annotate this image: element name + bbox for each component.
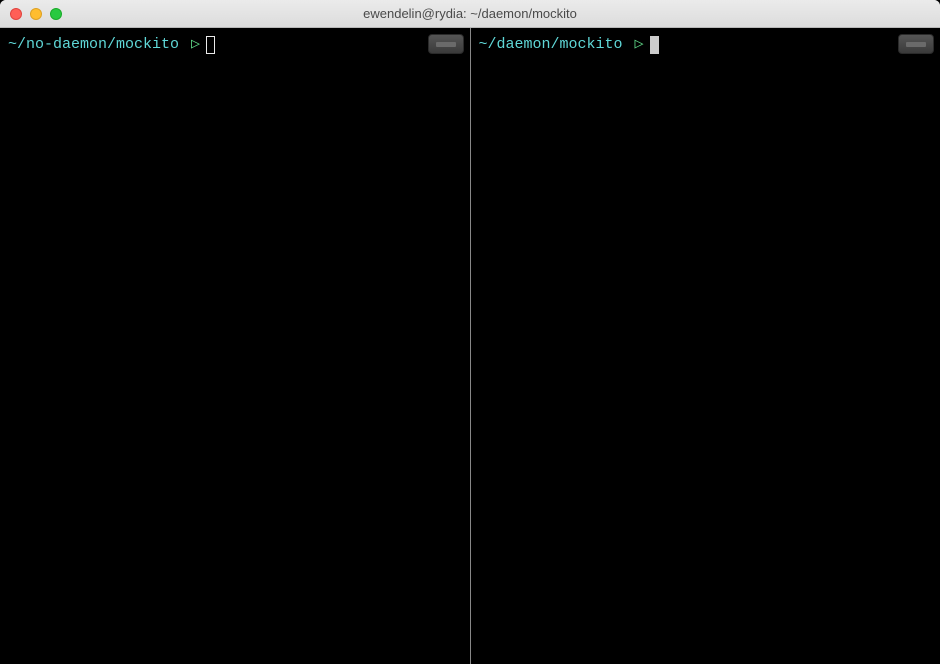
minimize-button[interactable] (30, 8, 42, 20)
cursor-active (650, 36, 659, 54)
traffic-lights (10, 8, 62, 20)
window-titlebar[interactable]: ewendelin@rydia: ~/daemon/mockito (0, 0, 940, 28)
terminal-window: ewendelin@rydia: ~/daemon/mockito ~/no-d… (0, 0, 940, 664)
terminal-pane-left[interactable]: ~/no-daemon/mockito ▷ (0, 28, 470, 664)
scroll-indicator-icon[interactable] (898, 34, 934, 54)
prompt-arrow-icon: ▷ (191, 34, 200, 55)
prompt-line: ~/daemon/mockito ▷ (479, 34, 933, 55)
prompt-path: ~/daemon/mockito (479, 34, 623, 55)
close-button[interactable] (10, 8, 22, 20)
prompt-path: ~/no-daemon/mockito (8, 34, 179, 55)
maximize-button[interactable] (50, 8, 62, 20)
window-title: ewendelin@rydia: ~/daemon/mockito (363, 6, 577, 21)
terminal-panes: ~/no-daemon/mockito ▷ ~/daemon/mockito ▷ (0, 28, 940, 664)
cursor-inactive (206, 36, 215, 54)
scroll-indicator-icon[interactable] (428, 34, 464, 54)
prompt-arrow-icon: ▷ (635, 34, 644, 55)
terminal-pane-right[interactable]: ~/daemon/mockito ▷ (471, 28, 940, 664)
prompt-line: ~/no-daemon/mockito ▷ (8, 34, 462, 55)
